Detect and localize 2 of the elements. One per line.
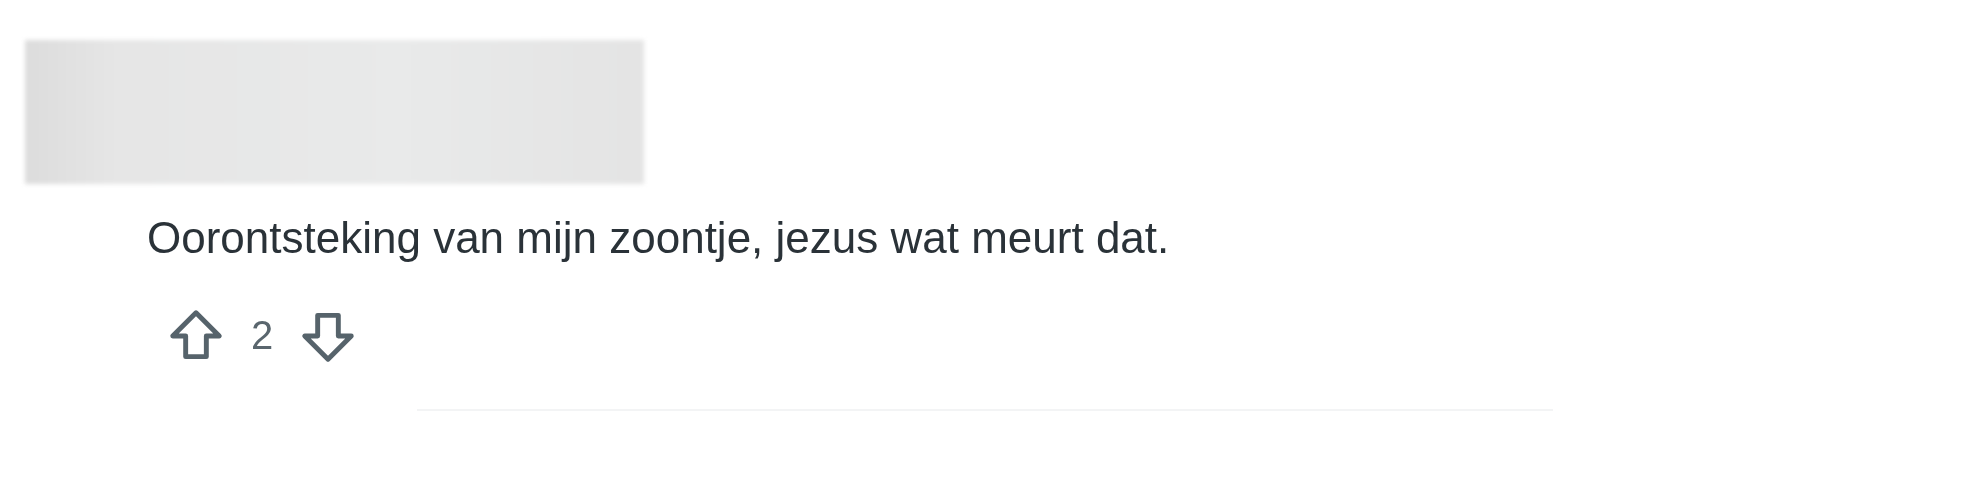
vote-count: 2 — [250, 313, 275, 359]
comment-text: Oorontsteking van mijn zoontje, jezus wat meurt dat. — [147, 212, 1171, 264]
